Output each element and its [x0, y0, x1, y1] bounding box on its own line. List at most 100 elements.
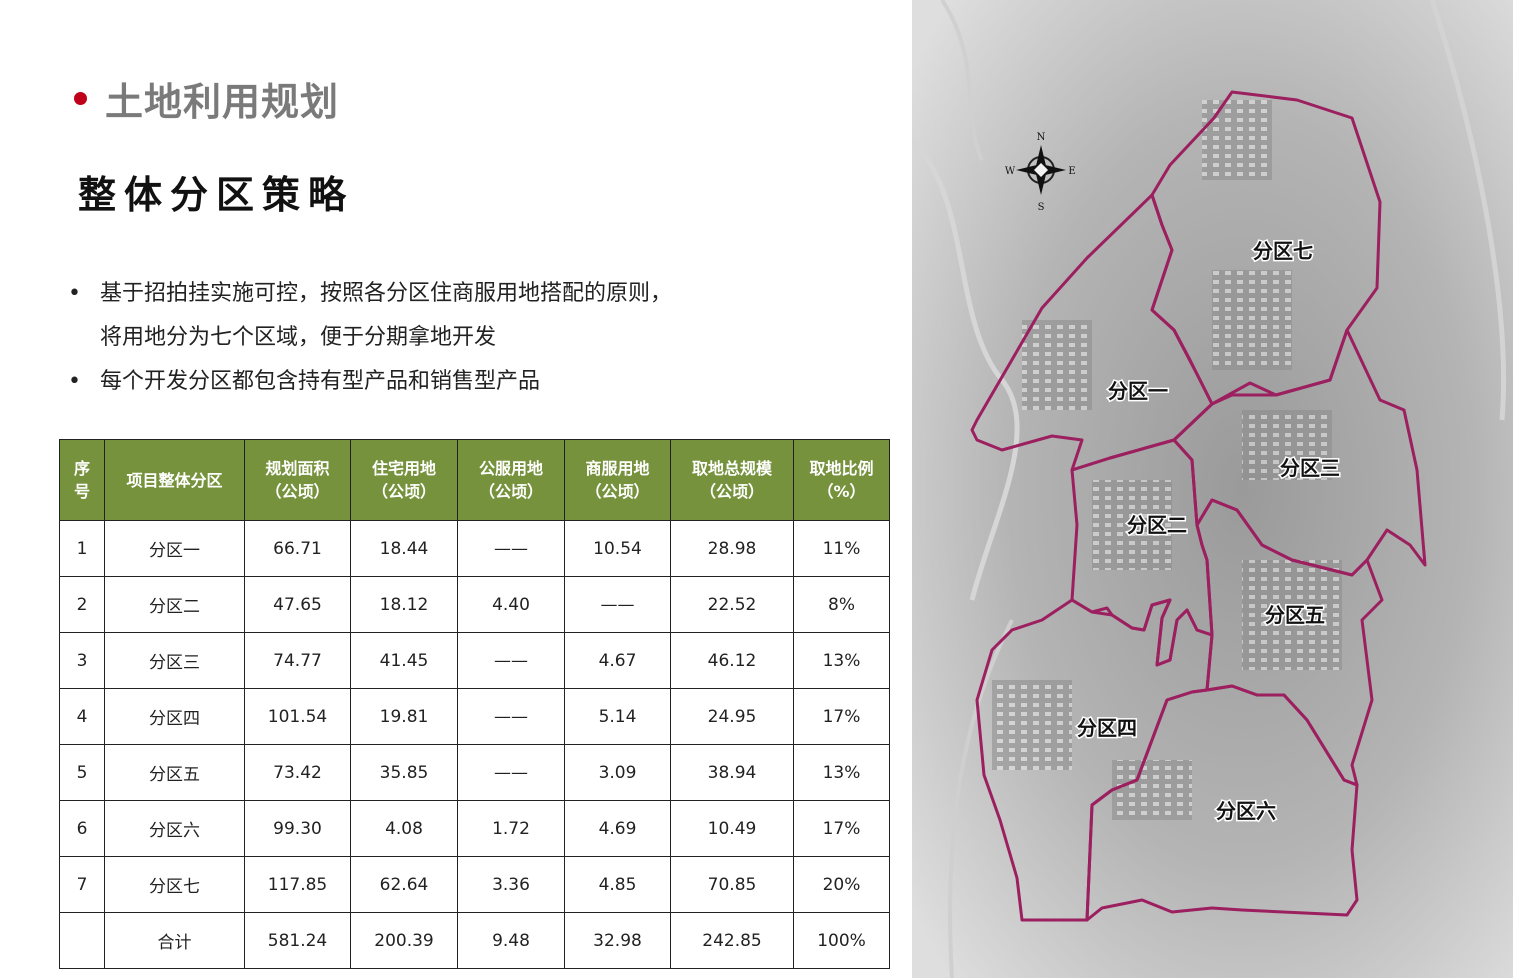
col-header-public-service: 公服用地 （公顷） — [457, 439, 565, 521]
bullet-line: 每个开发分区都包含持有型产品和销售型产品 — [100, 369, 541, 394]
table-cell — [59, 912, 105, 969]
zone-label-6: 分区六 — [1216, 799, 1276, 823]
table-row: 5 分区五 73.42 35.85 —— 3.09 38.94 13% — [59, 744, 890, 801]
table-cell: 242.85 — [670, 912, 794, 969]
zone-label-7: 分区七 — [1253, 239, 1313, 263]
table-row: 6 分区六 99.30 4.08 1.72 4.69 10.49 17% — [59, 800, 890, 857]
table-cell: 分区四 — [104, 688, 245, 745]
table-row: 4 分区四 101.54 19.81 —— 5.14 24.95 17% — [59, 688, 890, 745]
table-cell: 73.42 — [244, 744, 351, 801]
table-cell: 47.65 — [244, 576, 351, 633]
table-cell: 1 — [59, 520, 105, 577]
table-cell: 9.48 — [457, 912, 565, 969]
table-cell: 4.08 — [350, 800, 458, 857]
table-cell: 66.71 — [244, 520, 351, 577]
table-cell: 3.09 — [564, 744, 671, 801]
bullet-line: 将用地分为七个区域，便于分期拿地开发 — [100, 325, 497, 350]
section-subtitle: 整体分区策略 — [78, 172, 355, 217]
zone-label-3: 分区三 — [1280, 456, 1340, 480]
zone-label-4: 分区四 — [1077, 716, 1137, 740]
table-cell: 1.72 — [457, 800, 565, 857]
table-cell: 28.98 — [670, 520, 794, 577]
table-row: 2 分区二 47.65 18.12 4.40 —— 22.52 8% — [59, 576, 890, 633]
table-row: 1 分区一 66.71 18.44 —— 10.54 28.98 11% — [59, 520, 890, 577]
table-cell: 5 — [59, 744, 105, 801]
table-cell: 100% — [793, 912, 890, 969]
table-cell: 99.30 — [244, 800, 351, 857]
table-cell: 7 — [59, 856, 105, 913]
table-cell: —— — [457, 520, 565, 577]
zoning-table: 序号 项目整体分区 规划面积 （公顷） 住宅用地 （公顷） 公服用地 （公顷） 商服用… — [59, 439, 890, 969]
col-header-zone: 项目整体分区 — [104, 439, 245, 521]
table-row: 7 分区七 117.85 62.64 3.36 4.85 70.85 20% — [59, 856, 890, 913]
table-cell: 19.81 — [350, 688, 458, 745]
table-cell: 4.40 — [457, 576, 565, 633]
table-cell: 4.67 — [564, 632, 671, 689]
table-cell: 10.54 — [564, 520, 671, 577]
page-title-row: 土地利用规划 — [74, 72, 339, 124]
table-cell: 17% — [793, 688, 890, 745]
table-cell: 62.64 — [350, 856, 458, 913]
compass-w-label: W — [1005, 166, 1016, 177]
table-cell: 18.44 — [350, 520, 458, 577]
bullet-dot-icon: • — [68, 281, 81, 306]
table-row: 合计 581.24 200.39 9.48 32.98 242.85 100% — [59, 912, 890, 969]
bullet-item: • 基于招拍挂实施可控，按照各分区住商服用地搭配的原则， 将用地分为七个区域，便… — [66, 272, 826, 360]
table-cell: 合计 — [104, 912, 245, 969]
table-cell: 74.77 — [244, 632, 351, 689]
table-cell: 117.85 — [244, 856, 351, 913]
col-header-planned-area: 规划面积 （公顷） — [244, 439, 351, 521]
bullet-text: 每个开发分区都包含持有型产品和销售型产品 — [100, 360, 826, 404]
table-cell: 13% — [793, 744, 890, 801]
table-cell: 分区六 — [104, 800, 245, 857]
zone-label-2: 分区二 — [1127, 513, 1187, 537]
title-bullet-icon — [74, 91, 87, 105]
bullet-list: • 基于招拍挂实施可控，按照各分区住商服用地搭配的原则， 将用地分为七个区域，便… — [66, 272, 826, 404]
table-cell: 5.14 — [564, 688, 671, 745]
table-cell: 分区三 — [104, 632, 245, 689]
table-cell: 20% — [793, 856, 890, 913]
table-cell: 18.12 — [350, 576, 458, 633]
table-cell: 2 — [59, 576, 105, 633]
table-cell: 32.98 — [564, 912, 671, 969]
table-cell: 41.45 — [350, 632, 458, 689]
compass-s-label: S — [1038, 202, 1045, 213]
col-header-index: 序号 — [59, 439, 105, 521]
table-cell: 46.12 — [670, 632, 794, 689]
table-cell: 581.24 — [244, 912, 351, 969]
compass-e-label: E — [1068, 166, 1075, 177]
table-cell: —— — [564, 576, 671, 633]
table-cell: 分区一 — [104, 520, 245, 577]
table-cell: 4.69 — [564, 800, 671, 857]
table-cell: 101.54 — [244, 688, 351, 745]
table-cell: 13% — [793, 632, 890, 689]
table-cell: 8% — [793, 576, 890, 633]
table-cell: 24.95 — [670, 688, 794, 745]
table-cell: 3.36 — [457, 856, 565, 913]
bullet-text: 基于招拍挂实施可控，按照各分区住商服用地搭配的原则， 将用地分为七个区域，便于分… — [100, 272, 826, 360]
table-cell: 11% — [793, 520, 890, 577]
table-cell: 分区七 — [104, 856, 245, 913]
table-cell: 17% — [793, 800, 890, 857]
table-cell: 4 — [59, 688, 105, 745]
map-svg: N S E W 分区七 分区一 分区三 分区二 分区五 分区四 分区六 — [912, 0, 1513, 978]
table-cell: 70.85 — [670, 856, 794, 913]
compass-n-label: N — [1037, 132, 1046, 143]
bullet-dot-icon: • — [68, 369, 81, 394]
table-cell: 38.94 — [670, 744, 794, 801]
table-row: 3 分区三 74.77 41.45 —— 4.67 46.12 13% — [59, 632, 890, 689]
table-cell: 35.85 — [350, 744, 458, 801]
bullet-line: 基于招拍挂实施可控，按照各分区住商服用地搭配的原则， — [100, 281, 673, 306]
zone-label-1: 分区一 — [1108, 379, 1168, 403]
table-cell: 分区五 — [104, 744, 245, 801]
table-cell: —— — [457, 632, 565, 689]
page-title: 土地利用规划 — [105, 79, 340, 124]
table-cell: 22.52 — [670, 576, 794, 633]
table-header-row: 序号 项目整体分区 规划面积 （公顷） 住宅用地 （公顷） 公服用地 （公顷） 商服用… — [59, 439, 890, 521]
zone-label-5: 分区五 — [1265, 603, 1325, 627]
table-cell: 6 — [59, 800, 105, 857]
col-header-commercial: 商服用地 （公顷） — [564, 439, 671, 521]
zoning-map: N S E W 分区七 分区一 分区三 分区二 分区五 分区四 分区六 — [912, 0, 1513, 978]
table-cell: 分区二 — [104, 576, 245, 633]
col-header-total-land: 取地总规模 （公顷） — [670, 439, 794, 521]
